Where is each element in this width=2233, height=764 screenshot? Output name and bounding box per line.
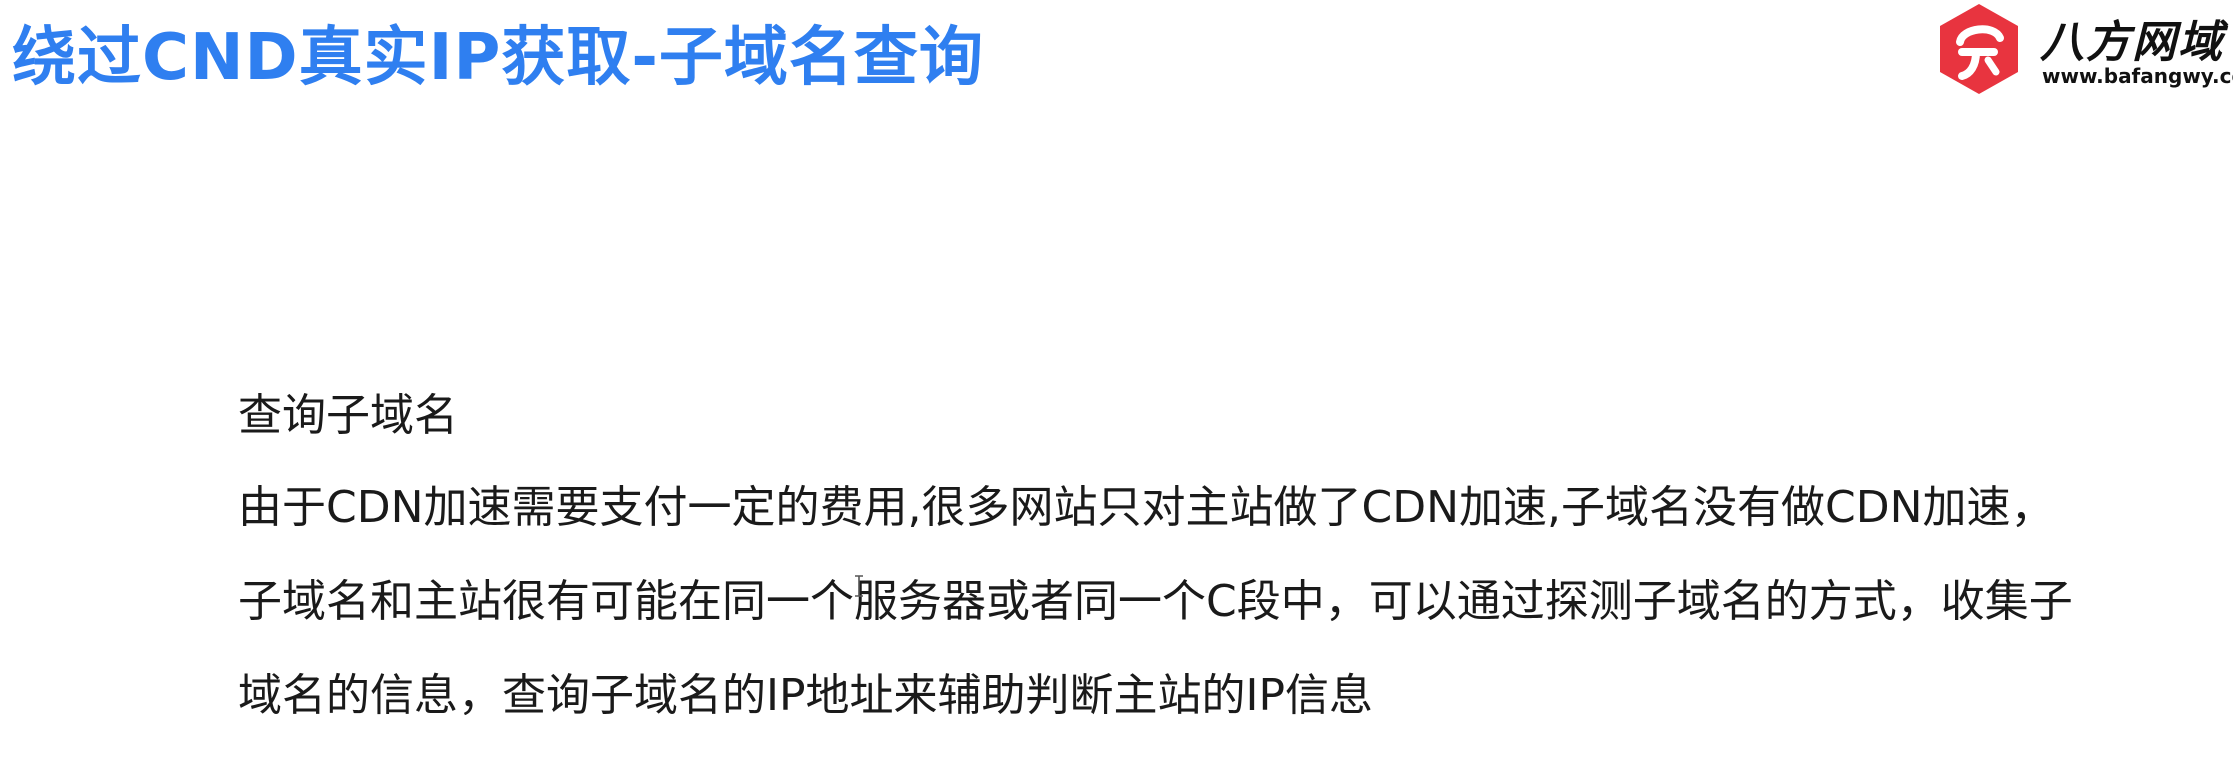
section-heading: 查询子域名 [238,390,458,441]
body-text-line: 由于CDN加速需要支付一定的费用,很多网站只对主站做了CDN加速,子域名没有做C… [238,482,2055,533]
text-cursor-icon [855,575,863,597]
logo-url: www.bafangwy.com [2042,64,2233,88]
slide-content: 查询子域名 由于CDN加速需要支付一定的费用,很多网站只对主站做了CDN加速,子… [238,384,2198,721]
bafang-logo-icon [1940,4,2018,94]
brand-logo: 八方网域 www.bafangwy.com [1932,2,2233,96]
body-text-line: 子域名和主站很有可能在同一个服务器或者同一个C段中，可以通过探测子域名的方式，收… [238,576,2073,627]
slide-title: 绕过CND真实IP获取-子域名查询 [12,21,984,95]
logo-name: 八方网域 [2040,17,2224,68]
body-text-line: 域名的信息，查询子域名的IP地址来辅助判断主站的IP信息 [238,670,1374,721]
